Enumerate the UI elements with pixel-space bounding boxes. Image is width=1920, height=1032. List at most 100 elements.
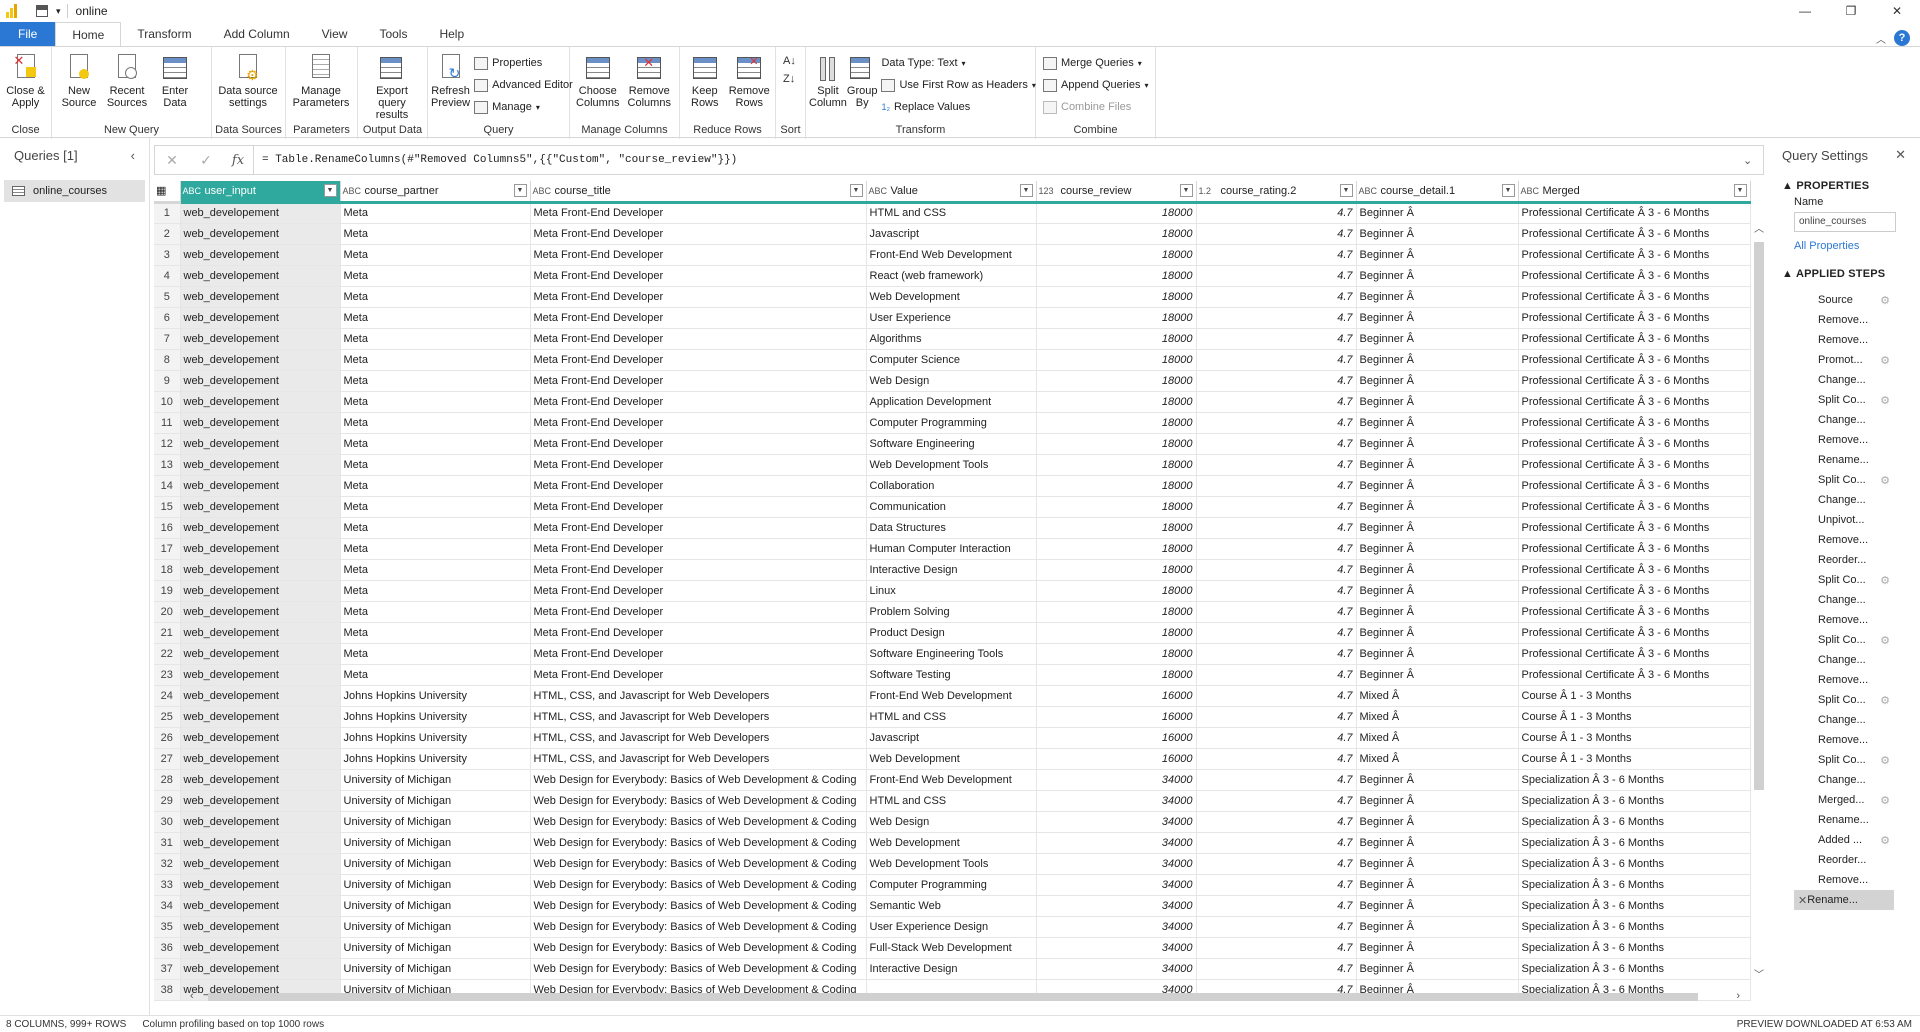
table-row[interactable]: 1 web_developement Meta Meta Front-End Deve… xyxy=(154,202,1751,224)
table-cell[interactable]: 4.7 xyxy=(1196,853,1357,875)
table-cell[interactable]: Specialization Â 3 - 6 Months xyxy=(1518,916,1751,938)
step-settings-gear-icon[interactable]: ⚙ xyxy=(1880,834,1890,847)
table-row[interactable]: 17 web_developement Meta Meta Front-End Dev… xyxy=(154,538,1751,560)
table-cell[interactable]: Professional Certificate Â 3 - 6 Months xyxy=(1518,412,1751,434)
table-cell[interactable]: Problem Solving xyxy=(866,601,1037,623)
table-cell[interactable]: 4.7 xyxy=(1196,454,1357,476)
row-number[interactable]: 31 xyxy=(154,832,181,854)
table-cell[interactable]: Meta Front-End Developer xyxy=(530,328,867,350)
table-cell[interactable]: web_developement xyxy=(180,391,341,413)
table-cell[interactable]: 18000 xyxy=(1036,223,1197,245)
table-cell[interactable]: Web Design for Everybody: Basics of Web … xyxy=(530,874,867,896)
table-row[interactable]: 12 web_developement Meta Meta Front-End Dev… xyxy=(154,433,1751,455)
table-cell[interactable]: 34000 xyxy=(1036,937,1197,959)
table-cell[interactable]: Beginner Â xyxy=(1356,370,1519,392)
table-menu-icon[interactable]: ▦ xyxy=(154,181,181,204)
applied-step[interactable]: Remove... xyxy=(1794,730,1894,750)
applied-step[interactable]: Remove... xyxy=(1794,330,1894,350)
filter-dropdown-icon[interactable]: ▼ xyxy=(849,184,863,197)
row-number[interactable]: 7 xyxy=(154,328,181,350)
table-row[interactable]: 11 web_developement Meta Meta Front-End Dev… xyxy=(154,412,1751,434)
table-cell[interactable]: Meta Front-End Developer xyxy=(530,454,867,476)
table-cell[interactable]: Product Design xyxy=(866,622,1037,644)
table-cell[interactable]: 18000 xyxy=(1036,433,1197,455)
applied-step[interactable]: Rename... xyxy=(1794,450,1894,470)
table-cell[interactable]: web_developement xyxy=(180,412,341,434)
table-cell[interactable]: 4.7 xyxy=(1196,916,1357,938)
table-cell[interactable]: HTML, CSS, and Javascript for Web Develo… xyxy=(530,685,867,707)
table-cell[interactable]: Beginner Â xyxy=(1356,433,1519,455)
table-cell[interactable]: Johns Hopkins University xyxy=(340,706,531,728)
table-cell[interactable]: Professional Certificate Â 3 - 6 Months xyxy=(1518,307,1751,329)
table-cell[interactable]: 4.7 xyxy=(1196,958,1357,980)
table-cell[interactable]: web_developement xyxy=(180,790,341,812)
applied-step[interactable]: Reorder... xyxy=(1794,550,1894,570)
table-cell[interactable]: Professional Certificate Â 3 - 6 Months xyxy=(1518,202,1751,224)
table-cell[interactable]: Beginner Â xyxy=(1356,454,1519,476)
append-queries-button[interactable]: Append Queries ▾ xyxy=(1043,76,1149,94)
table-cell[interactable]: Mixed Â xyxy=(1356,685,1519,707)
sort-descending-icon[interactable]: Z↓ xyxy=(783,73,796,85)
table-cell[interactable]: web_developement xyxy=(180,454,341,476)
table-cell[interactable]: web_developement xyxy=(180,853,341,875)
table-cell[interactable]: Meta Front-End Developer xyxy=(530,559,867,581)
table-cell[interactable]: Meta xyxy=(340,244,531,266)
table-cell[interactable]: web_developement xyxy=(180,601,341,623)
table-cell[interactable]: Meta xyxy=(340,454,531,476)
table-cell[interactable]: 18000 xyxy=(1036,412,1197,434)
table-cell[interactable]: Course Â 1 - 3 Months xyxy=(1518,748,1751,770)
table-row[interactable]: 18 web_developement Meta Meta Front-End Dev… xyxy=(154,559,1751,581)
row-number[interactable]: 30 xyxy=(154,811,181,833)
hscroll-thumb[interactable] xyxy=(208,993,1698,1001)
table-cell[interactable]: Web Development Tools xyxy=(866,454,1037,476)
advanced-editor-button[interactable]: Advanced Editor xyxy=(474,76,573,94)
table-cell[interactable]: 34000 xyxy=(1036,769,1197,791)
table-cell[interactable]: 4.7 xyxy=(1196,811,1357,833)
table-cell[interactable]: University of Michigan xyxy=(340,853,531,875)
table-cell[interactable]: HTML and CSS xyxy=(866,202,1037,224)
expand-formula-icon[interactable]: ⌄ xyxy=(1743,154,1763,167)
table-cell[interactable]: 4.7 xyxy=(1196,412,1357,434)
table-row[interactable]: 22 web_developement Meta Meta Front-End Dev… xyxy=(154,643,1751,665)
table-cell[interactable]: Meta xyxy=(340,538,531,560)
tab-add-column[interactable]: Add Column xyxy=(208,22,306,46)
table-cell[interactable]: University of Michigan xyxy=(340,874,531,896)
step-settings-gear-icon[interactable]: ⚙ xyxy=(1880,354,1890,367)
table-row[interactable]: 14 web_developement Meta Meta Front-End Dev… xyxy=(154,475,1751,497)
table-cell[interactable]: Professional Certificate Â 3 - 6 Months xyxy=(1518,454,1751,476)
help-icon[interactable]: ? xyxy=(1894,30,1910,46)
table-cell[interactable]: 18000 xyxy=(1036,265,1197,287)
scroll-left-icon[interactable]: ‹ xyxy=(190,990,194,1002)
table-cell[interactable]: Beginner Â xyxy=(1356,496,1519,518)
row-number[interactable]: 16 xyxy=(154,517,181,539)
column-type-icon[interactable]: ABC xyxy=(1359,186,1379,196)
table-cell[interactable]: Meta xyxy=(340,286,531,308)
table-cell[interactable]: Front-End Web Development xyxy=(866,244,1037,266)
table-cell[interactable]: Beginner Â xyxy=(1356,958,1519,980)
table-cell[interactable]: Beginner Â xyxy=(1356,265,1519,287)
tab-home[interactable]: Home xyxy=(55,22,122,46)
applied-step[interactable]: Remove... xyxy=(1794,530,1894,550)
filter-dropdown-icon[interactable]: ▼ xyxy=(1019,184,1033,197)
table-cell[interactable]: Meta xyxy=(340,580,531,602)
applied-step[interactable]: Change... xyxy=(1794,590,1894,610)
table-cell[interactable]: Collaboration xyxy=(866,475,1037,497)
row-number[interactable]: 12 xyxy=(154,433,181,455)
table-cell[interactable]: Beginner Â xyxy=(1356,349,1519,371)
table-cell[interactable]: 34000 xyxy=(1036,874,1197,896)
all-properties-link[interactable]: All Properties xyxy=(1770,232,1920,260)
row-number[interactable]: 2 xyxy=(154,223,181,245)
table-row[interactable]: 16 web_developement Meta Meta Front-End Dev… xyxy=(154,517,1751,539)
table-cell[interactable]: 34000 xyxy=(1036,853,1197,875)
table-cell[interactable]: web_developement xyxy=(180,265,341,287)
table-cell[interactable]: 4.7 xyxy=(1196,433,1357,455)
table-cell[interactable]: 4.7 xyxy=(1196,706,1357,728)
table-cell[interactable]: 4.7 xyxy=(1196,769,1357,791)
table-cell[interactable]: Meta Front-End Developer xyxy=(530,433,867,455)
step-settings-gear-icon[interactable]: ⚙ xyxy=(1880,754,1890,767)
table-cell[interactable]: 18000 xyxy=(1036,475,1197,497)
applied-step[interactable]: Split Co... ⚙ xyxy=(1794,570,1894,590)
table-cell[interactable]: Web Design for Everybody: Basics of Web … xyxy=(530,895,867,917)
combine-files-button[interactable]: Combine Files xyxy=(1043,98,1149,116)
table-cell[interactable]: 4.7 xyxy=(1196,664,1357,686)
